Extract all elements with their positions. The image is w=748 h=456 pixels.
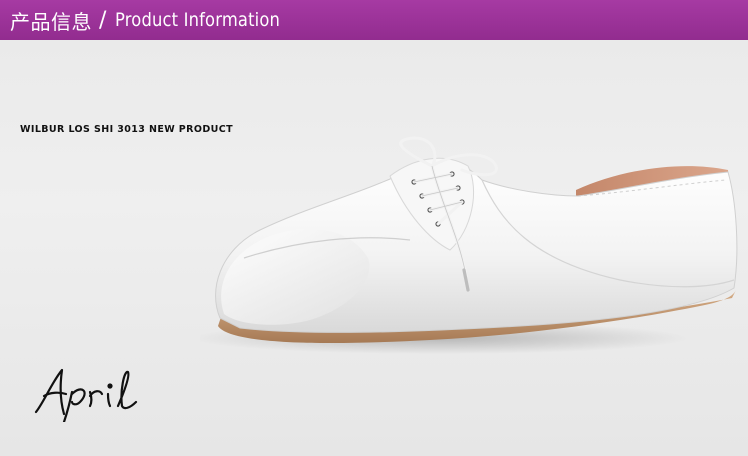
header-bar: 产品信息 / Product Information [0, 0, 748, 40]
signature-logo [34, 368, 138, 422]
header-title-en: Product Information [115, 9, 281, 31]
shoe-image [200, 136, 738, 354]
header-separator: / [99, 7, 107, 33]
header-title-cn: 产品信息 [10, 9, 92, 34]
